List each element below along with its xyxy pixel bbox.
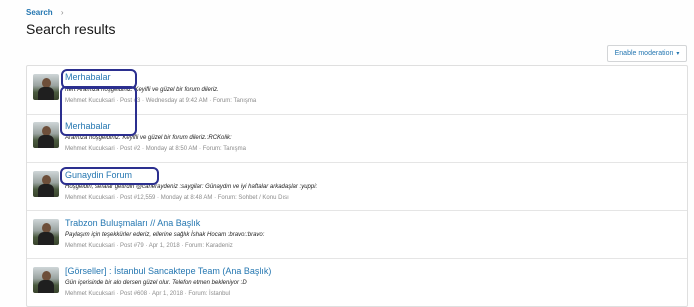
- result-title-link[interactable]: [Görseller] : İstanbul Sancaktepe Team (…: [65, 266, 271, 276]
- result-title-link[interactable]: Merhabalar: [65, 72, 111, 82]
- enable-moderation-button[interactable]: Enable moderation ▾: [607, 45, 687, 62]
- result-meta: Mehmet Kucuksari · Post #12,559 · Monday…: [65, 195, 289, 201]
- search-result-row: Gunaydin Forum Hoşgeldin, sefalar getird…: [27, 162, 687, 211]
- result-meta: Mehmet Kucuksari · Post #3 · Wednesday a…: [65, 98, 257, 104]
- avatar[interactable]: [33, 74, 59, 100]
- breadcrumb-link-search[interactable]: Search: [26, 8, 53, 17]
- avatar[interactable]: [33, 171, 59, 197]
- avatar[interactable]: [33, 219, 59, 245]
- result-snippet: Aramıza hoşgeldiniz. Keyifli ve güzel bi…: [65, 135, 232, 141]
- result-snippet: Gün içerisinde bir alo dersen güzel olur…: [65, 280, 247, 286]
- search-result-row: Merhabalar Aramıza hoşgeldiniz. Keyifli …: [27, 114, 687, 163]
- avatar[interactable]: [33, 122, 59, 148]
- result-title-link[interactable]: Trabzon Buluşmaları // Ana Başlık: [65, 218, 200, 228]
- search-results-list: Merhabalar rtert Aramıza hoşgeldiniz. Ke…: [26, 65, 688, 307]
- result-meta: Mehmet Kucuksari · Post #79 · Apr 1, 201…: [65, 243, 233, 249]
- avatar[interactable]: [33, 267, 59, 293]
- result-title-link[interactable]: Gunaydin Forum: [65, 170, 132, 180]
- result-snippet: Paylaşım için teşekkürler ederiz, elleri…: [65, 232, 265, 238]
- search-result-row: [Görseller] : İstanbul Sancaktepe Team (…: [27, 258, 687, 306]
- chevron-right-icon: ›: [60, 8, 64, 17]
- search-result-row: Trabzon Buluşmaları // Ana Başlık Paylaş…: [27, 210, 687, 259]
- caret-down-icon: ▾: [676, 51, 680, 57]
- result-snippet: rtert Aramıza hoşgeldiniz. Keyifli ve gü…: [65, 87, 219, 93]
- result-title-link[interactable]: Merhabalar: [65, 121, 111, 131]
- page-title: Search results: [26, 21, 116, 37]
- enable-moderation-label: Enable moderation: [614, 50, 674, 57]
- search-result-row: Merhabalar rtert Aramıza hoşgeldiniz. Ke…: [27, 66, 687, 115]
- result-meta: Mehmet Kucuksari · Post #608 · Apr 1, 20…: [65, 291, 231, 297]
- result-snippet: Hoşgeldin, sefalar getirdin @caneraydeni…: [65, 184, 318, 190]
- breadcrumb: Search ›: [26, 8, 64, 17]
- result-meta: Mehmet Kucuksari · Post #2 · Monday at 8…: [65, 146, 246, 152]
